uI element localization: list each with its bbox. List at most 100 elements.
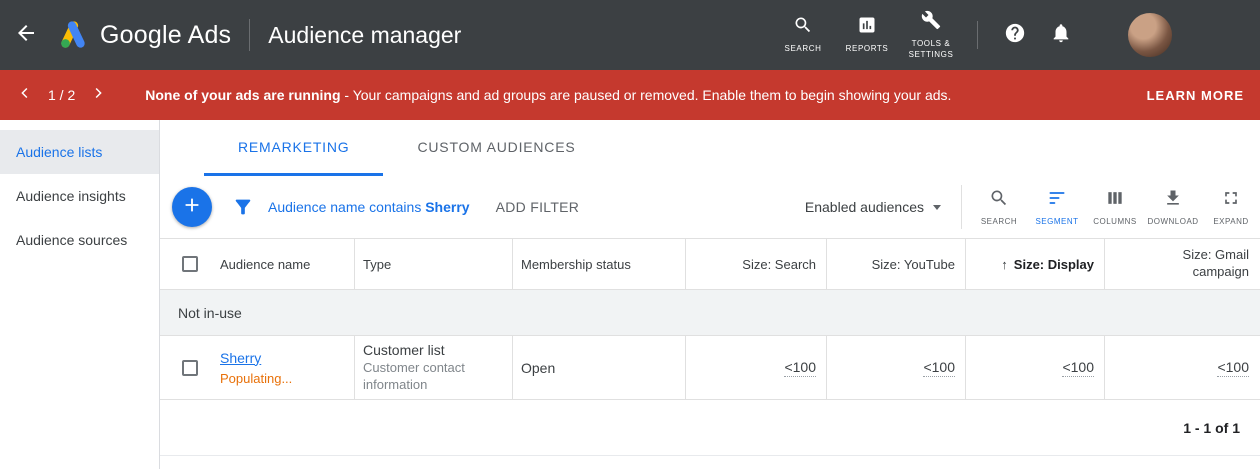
header-size-display[interactable]: ↑ Size: Display <box>965 239 1104 289</box>
topbar-search-button[interactable]: SEARCH <box>771 15 835 55</box>
alert-prev-button[interactable] <box>16 84 34 107</box>
google-ads-app: Google Ads Audience manager SEARCH REPOR… <box>0 0 1260 469</box>
alert-banner: 1 / 2 None of your ads are running - You… <box>0 70 1260 120</box>
table-header-row: Audience name Type Membership status Siz… <box>160 238 1260 290</box>
cell-audience-name: Sherry Populating... <box>220 336 354 399</box>
alert-message-rest: - Your campaigns and ad groups are pause… <box>341 87 952 103</box>
toolbar-divider <box>961 185 962 229</box>
wrench-icon <box>921 10 941 35</box>
download-button[interactable]: DOWNLOAD <box>1144 188 1202 226</box>
audience-status-dropdown[interactable]: Enabled audiences <box>805 199 941 215</box>
columns-icon <box>1105 188 1125 213</box>
filter-chip-value: Sherry <box>425 199 469 215</box>
alert-message-bold: None of your ads are running <box>145 87 340 103</box>
arrow-left-icon <box>14 21 38 50</box>
type-detail-label: Customer contact information <box>363 360 512 394</box>
avatar[interactable] <box>1128 13 1172 57</box>
sidebar-item-audience-sources[interactable]: Audience sources <box>0 218 159 262</box>
header-size-youtube[interactable]: Size: YouTube <box>826 239 965 289</box>
topbar-search-label: SEARCH <box>785 44 822 55</box>
search-icon <box>793 15 813 40</box>
tab-custom-audiences[interactable]: CUSTOM AUDIENCES <box>383 120 609 176</box>
alert-next-button[interactable] <box>89 84 107 107</box>
learn-more-button[interactable]: LEARN MORE <box>1147 88 1260 103</box>
cell-size-youtube: <100 <box>826 336 965 399</box>
topbar-tools-settings-button[interactable]: TOOLS & SETTINGS <box>899 10 963 61</box>
google-ads-logo-icon <box>56 20 90 50</box>
columns-label: COLUMNS <box>1093 217 1137 226</box>
download-icon <box>1163 188 1183 213</box>
chevron-left-icon <box>16 84 34 107</box>
search-icon <box>989 188 1009 213</box>
header-size-display-label: Size: Display <box>1014 257 1094 272</box>
chevron-down-icon <box>933 205 941 210</box>
header-size-gmail[interactable]: Size: Gmail campaign <box>1104 239 1259 289</box>
table-search-label: SEARCH <box>981 217 1017 226</box>
row-checkbox-cell <box>160 336 220 399</box>
filter-chip-prefix: Audience name contains <box>268 199 425 215</box>
cell-membership-status: Open <box>512 336 685 399</box>
header-size-gmail-label: Size: Gmail campaign <box>1157 247 1249 281</box>
size-display-value: <100 <box>1062 359 1094 377</box>
tab-bar: REMARKETING CUSTOM AUDIENCES <box>160 120 1260 176</box>
audience-name-link[interactable]: Sherry <box>220 350 261 366</box>
header-type[interactable]: Type <box>354 239 512 289</box>
chevron-right-icon <box>89 84 107 107</box>
table-toolbar: Audience name contains Sherry ADD FILTER… <box>160 176 1260 238</box>
select-all-checkbox[interactable] <box>182 256 198 272</box>
add-filter-button[interactable]: ADD FILTER <box>496 199 580 215</box>
cell-size-search: <100 <box>685 336 826 399</box>
reports-icon <box>857 15 877 40</box>
sidebar: Audience lists Audience insights Audienc… <box>0 120 160 469</box>
main-area: Audience lists Audience insights Audienc… <box>0 120 1260 469</box>
active-filter-chip[interactable]: Audience name contains Sherry <box>268 199 470 215</box>
cell-type: Customer list Customer contact informati… <box>354 336 512 399</box>
plus-icon <box>181 194 203 221</box>
size-gmail-value: <100 <box>1217 359 1249 377</box>
alert-message: None of your ads are running - Your camp… <box>145 87 1146 103</box>
expand-icon <box>1221 188 1241 213</box>
help-icon <box>1004 22 1026 49</box>
topbar-divider <box>249 19 250 51</box>
populating-status: Populating... <box>220 371 292 386</box>
columns-button[interactable]: COLUMNS <box>1086 188 1144 226</box>
brand-name: Google Ads <box>100 21 231 50</box>
size-search-value: <100 <box>784 359 816 377</box>
topbar-actions: SEARCH REPORTS TOOLS & SETTINGS <box>771 10 1260 61</box>
sort-ascending-icon: ↑ <box>1001 257 1008 272</box>
segment-button[interactable]: SEGMENT <box>1028 188 1086 226</box>
expand-button[interactable]: EXPAND <box>1202 188 1260 226</box>
size-youtube-value: <100 <box>923 359 955 377</box>
type-label: Customer list <box>363 342 445 358</box>
back-button[interactable] <box>0 21 52 50</box>
header-checkbox-cell <box>160 239 220 289</box>
alert-pager: 1 / 2 <box>0 84 125 107</box>
table-footer: 1 - 1 of 1 <box>160 400 1260 456</box>
topbar-tools-settings-label: TOOLS & SETTINGS <box>899 39 963 61</box>
tab-remarketing[interactable]: REMARKETING <box>204 120 383 176</box>
topbar-reports-label: REPORTS <box>846 44 889 55</box>
download-label: DOWNLOAD <box>1147 217 1198 226</box>
header-size-search[interactable]: Size: Search <box>685 239 826 289</box>
alert-page-indicator: 1 / 2 <box>48 87 75 103</box>
bell-icon <box>1050 22 1072 49</box>
page-title: Audience manager <box>268 22 461 49</box>
topbar-reports-button[interactable]: REPORTS <box>835 15 899 55</box>
top-bar: Google Ads Audience manager SEARCH REPOR… <box>0 0 1260 70</box>
pagination-label: 1 - 1 of 1 <box>1183 420 1240 436</box>
row-checkbox[interactable] <box>182 360 198 376</box>
audience-status-dropdown-label: Enabled audiences <box>805 199 924 215</box>
help-button[interactable] <box>992 22 1038 49</box>
notifications-button[interactable] <box>1038 22 1084 49</box>
header-membership-status[interactable]: Membership status <box>512 239 685 289</box>
cell-size-gmail: <100 <box>1104 336 1259 399</box>
filter-funnel-icon <box>232 196 254 218</box>
sidebar-item-audience-insights[interactable]: Audience insights <box>0 174 159 218</box>
segment-icon <box>1047 188 1067 213</box>
create-audience-button[interactable] <box>172 187 212 227</box>
sidebar-item-audience-lists[interactable]: Audience lists <box>0 130 159 174</box>
table-search-button[interactable]: SEARCH <box>970 188 1028 226</box>
header-audience-name[interactable]: Audience name <box>220 239 354 289</box>
group-row-not-in-use: Not in-use <box>160 290 1260 336</box>
expand-label: EXPAND <box>1213 217 1248 226</box>
